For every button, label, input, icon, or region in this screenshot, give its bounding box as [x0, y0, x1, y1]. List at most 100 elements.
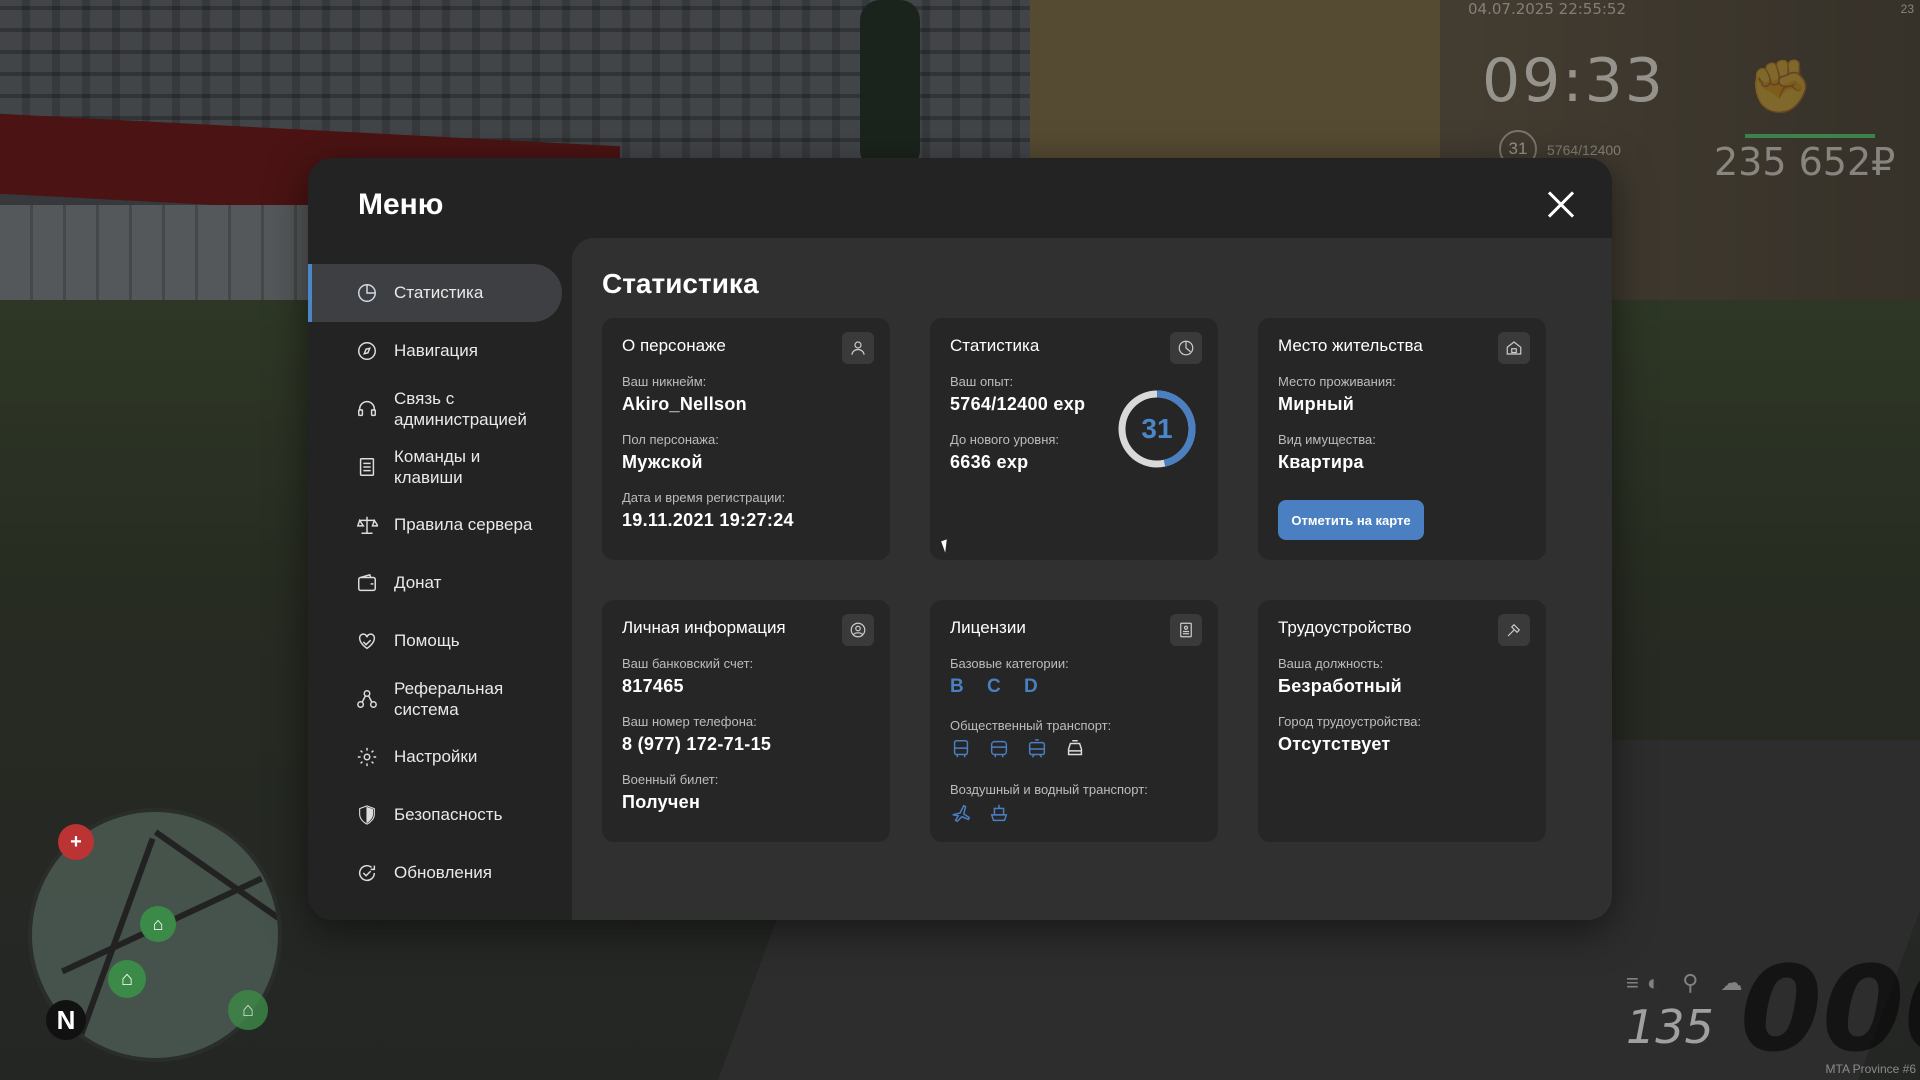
hud-exp: 5764/12400: [1547, 142, 1621, 158]
hammer-icon: [1498, 614, 1530, 646]
sidebar-item-settings[interactable]: Настройки: [308, 728, 562, 786]
card-title: Статистика: [950, 336, 1040, 355]
sidebar-item-referral[interactable]: Реферальная система: [308, 670, 562, 728]
exp-label: Ваш опыт:: [950, 374, 1014, 389]
sidebar-item-label: Навигация: [394, 341, 478, 360]
sidebar-item-security[interactable]: Безопасность: [308, 786, 562, 844]
level-number: 31: [1141, 413, 1173, 444]
hud-speedometer: 000: [1740, 940, 1920, 1078]
people-network-icon: [356, 688, 378, 710]
registration-label: Дата и время регистрации:: [622, 490, 786, 505]
user-circle-icon: [842, 614, 874, 646]
user-icon: [842, 332, 874, 364]
bank-label: Ваш банковский счет:: [622, 656, 754, 671]
phone-value: 8 (977) 172-71-15: [622, 734, 772, 754]
wallet-icon: [356, 572, 378, 594]
card-title: Лицензии: [950, 618, 1026, 637]
sidebar-item-admin-contact[interactable]: Связь с администрацией: [308, 380, 562, 438]
plane-icon: [948, 800, 974, 826]
sidebar-item-updates[interactable]: Обновления: [308, 844, 562, 902]
refresh-check-icon: [356, 862, 378, 884]
sidebar-item-help[interactable]: Помощь: [308, 612, 562, 670]
tram-icon: [1024, 736, 1050, 762]
base-categories-value: B C D: [950, 676, 1047, 697]
card-title: О персонаже: [622, 336, 726, 355]
next-level-label: До нового уровня:: [950, 432, 1060, 447]
card-title: Трудоустройство: [1278, 618, 1412, 637]
sidebar-item-label: Донат: [394, 573, 442, 592]
handshake-heart-icon: [356, 630, 378, 652]
taxi-icon: [1062, 736, 1088, 762]
shield-icon: [356, 804, 378, 826]
sidebar-item-donate[interactable]: Донат: [308, 554, 562, 612]
hud-fuel: 135: [1626, 1000, 1714, 1054]
hospital-icon: +: [58, 824, 94, 860]
content-panel: Статистика О персонаже Ваш никнейм: Akir…: [572, 238, 1612, 920]
house-icon: ⌂: [140, 906, 176, 942]
close-button[interactable]: [1540, 184, 1582, 226]
sidebar-item-statistics[interactable]: Статистика: [308, 264, 562, 322]
bus-icon: [986, 736, 1012, 762]
air-water-transport-label: Воздушный и водный транспорт:: [950, 782, 1148, 797]
hud-datetime: 04.07.2025 22:55:52: [1468, 0, 1627, 18]
phone-label: Ваш номер телефона:: [622, 714, 757, 729]
bank-value: 817465: [622, 676, 684, 696]
north-compass: N: [46, 1000, 86, 1040]
sidebar-item-label: Настройки: [394, 747, 478, 766]
sidebar-item-label: Команды и клавиши: [394, 447, 481, 487]
house-icon: ⌂: [108, 960, 146, 998]
exp-value: 5764/12400 exp: [950, 394, 1086, 414]
base-categories-label: Базовые категории:: [950, 656, 1069, 671]
sidebar-item-rules[interactable]: Правила сервера: [308, 496, 562, 554]
sidebar-item-label: Обновления: [394, 863, 492, 882]
pie-chart-icon: [356, 282, 378, 304]
page-title: Статистика: [602, 268, 759, 299]
gender-label: Пол персонажа:: [622, 432, 719, 447]
character-card: О персонаже Ваш никнейм: Akiro_Nellson П…: [602, 318, 890, 560]
pie-chart-icon: [1170, 332, 1202, 364]
hud-vehicle-icons: ≡◐ ⚲ ☁: [1626, 970, 1751, 995]
hud-fps: 23: [1900, 2, 1914, 16]
employment-card: Трудоустройство Ваша должность: Безработ…: [1258, 600, 1546, 842]
sidebar-nav: Статистика Навигация Связь с администрац…: [308, 264, 562, 902]
card-title: Личная информация: [622, 618, 786, 637]
sidebar-item-label: Правила сервера: [394, 515, 533, 534]
mark-on-map-button[interactable]: Отметить на карте: [1278, 500, 1424, 540]
menu-window: Меню Статистика Навигация Связь с админи…: [308, 158, 1612, 920]
hud-server-name: MTA Province #6: [1825, 1062, 1916, 1076]
sidebar-item-commands[interactable]: Команды и клавиши: [308, 438, 562, 496]
gender-value: Мужской: [622, 452, 703, 472]
air-water-transport-icons: [948, 800, 1012, 826]
hud-health-bar: [1745, 134, 1875, 138]
sidebar-item-label: Безопасность: [394, 805, 503, 824]
place-label: Место проживания:: [1278, 374, 1396, 389]
card-title: Место жительства: [1278, 336, 1423, 355]
place-value: Мирный: [1278, 394, 1355, 414]
military-value: Получен: [622, 792, 701, 812]
nickname-label: Ваш никнейм:: [622, 374, 707, 389]
licenses-card: Лицензии Базовые категории: B C D Общест…: [930, 600, 1218, 842]
sidebar-item-label: Связь с администрацией: [394, 389, 527, 429]
public-transport-icons: [948, 736, 1088, 762]
bank-icon: ⌂: [228, 990, 268, 1030]
sidebar-item-label: Помощь: [394, 631, 460, 650]
position-label: Ваша должность:: [1278, 656, 1384, 671]
scales-icon: [356, 514, 378, 536]
list-icon: [356, 456, 378, 478]
property-value: Квартира: [1278, 452, 1364, 472]
job-city-value: Отсутствует: [1278, 734, 1391, 754]
menu-title: Меню: [358, 188, 444, 221]
gear-icon: [356, 746, 378, 768]
sidebar-item-navigation[interactable]: Навигация: [308, 322, 562, 380]
bus-icon: [948, 736, 974, 762]
position-value: Безработный: [1278, 676, 1402, 696]
sidebar-item-label: Реферальная система: [394, 679, 504, 719]
stats-card: Статистика Ваш опыт: 5764/12400 exp До н…: [930, 318, 1218, 560]
boat-icon: [986, 800, 1012, 826]
house-icon: [1498, 332, 1530, 364]
compass-icon: [356, 340, 378, 362]
nickname-value: Akiro_Nellson: [622, 394, 747, 414]
residence-card: Место жительства Место проживания: Мирны…: [1258, 318, 1546, 560]
hud-clock: 09:33: [1482, 46, 1665, 116]
headset-icon: [356, 398, 378, 420]
